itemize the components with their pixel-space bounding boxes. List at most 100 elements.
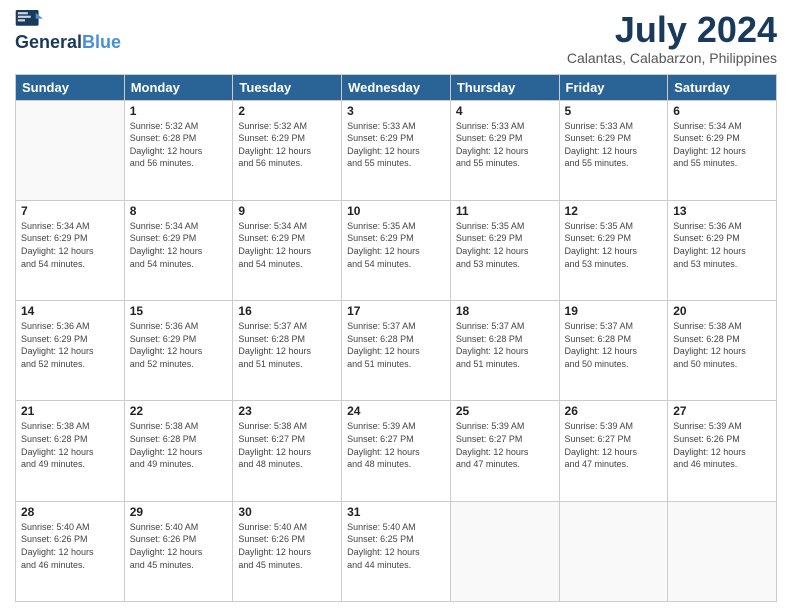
day-info: Sunrise: 5:38 AM Sunset: 6:28 PM Dayligh… [130, 420, 228, 470]
day-number: 6 [673, 104, 771, 118]
logo-icon [15, 10, 45, 30]
calendar-cell: 17 Sunrise: 5:37 AM Sunset: 6:28 PM Dayli… [342, 301, 451, 401]
day-info: Sunrise: 5:33 AM Sunset: 6:29 PM Dayligh… [347, 120, 445, 170]
day-info: Sunrise: 5:36 AM Sunset: 6:29 PM Dayligh… [130, 320, 228, 370]
day-number: 17 [347, 304, 445, 318]
col-wednesday: Wednesday [342, 74, 451, 100]
calendar-cell: 7 Sunrise: 5:34 AM Sunset: 6:29 PM Daylig… [16, 200, 125, 300]
week-row-0: 1Sunrise: 5:32 AM Sunset: 6:28 PM Daylig… [16, 100, 777, 200]
calendar-page: General Blue July 2024 Calantas, Calabar… [0, 0, 792, 612]
day-info: Sunrise: 5:34 AM Sunset: 6:29 PM Dayligh… [238, 220, 336, 270]
day-number: 25 [456, 404, 554, 418]
col-monday: Monday [124, 74, 233, 100]
day-number: 2 [238, 104, 336, 118]
logo: General Blue [15, 10, 121, 53]
title-block: July 2024 Calantas, Calabarzon, Philippi… [567, 10, 777, 66]
day-number: 29 [130, 505, 228, 519]
calendar-cell [450, 501, 559, 601]
day-info: Sunrise: 5:39 AM Sunset: 6:27 PM Dayligh… [347, 420, 445, 470]
calendar-body: 1Sunrise: 5:32 AM Sunset: 6:28 PM Daylig… [16, 100, 777, 601]
calendar-cell: 1Sunrise: 5:32 AM Sunset: 6:28 PM Daylig… [124, 100, 233, 200]
calendar-cell: 13 Sunrise: 5:36 AM Sunset: 6:29 PM Dayli… [668, 200, 777, 300]
logo-general: General [15, 32, 82, 53]
day-number: 27 [673, 404, 771, 418]
calendar-cell: 18Sunrise: 5:37 AM Sunset: 6:28 PM Dayli… [450, 301, 559, 401]
col-saturday: Saturday [668, 74, 777, 100]
col-thursday: Thursday [450, 74, 559, 100]
calendar-cell: 24 Sunrise: 5:39 AM Sunset: 6:27 PM Dayli… [342, 401, 451, 501]
day-info: Sunrise: 5:39 AM Sunset: 6:27 PM Dayligh… [565, 420, 663, 470]
day-number: 11 [456, 204, 554, 218]
day-number: 3 [347, 104, 445, 118]
day-number: 20 [673, 304, 771, 318]
day-number: 7 [21, 204, 119, 218]
day-number: 12 [565, 204, 663, 218]
day-info: Sunrise: 5:38 AM Sunset: 6:28 PM Dayligh… [21, 420, 119, 470]
calendar-cell: 25 Sunrise: 5:39 AM Sunset: 6:27 PM Dayli… [450, 401, 559, 501]
day-number: 24 [347, 404, 445, 418]
day-number: 28 [21, 505, 119, 519]
calendar-cell: 23Sunrise: 5:38 AM Sunset: 6:27 PM Dayli… [233, 401, 342, 501]
calendar-cell: 16 Sunrise: 5:37 AM Sunset: 6:28 PM Dayli… [233, 301, 342, 401]
subtitle: Calantas, Calabarzon, Philippines [567, 50, 777, 66]
day-info: Sunrise: 5:34 AM Sunset: 6:29 PM Dayligh… [21, 220, 119, 270]
calendar-cell [668, 501, 777, 601]
calendar-cell: 27 Sunrise: 5:39 AM Sunset: 6:26 PM Dayli… [668, 401, 777, 501]
day-number: 5 [565, 104, 663, 118]
header: General Blue July 2024 Calantas, Calabar… [15, 10, 777, 66]
day-number: 26 [565, 404, 663, 418]
calendar-cell: 22 Sunrise: 5:38 AM Sunset: 6:28 PM Dayli… [124, 401, 233, 501]
day-number: 9 [238, 204, 336, 218]
calendar-cell: 31Sunrise: 5:40 AM Sunset: 6:25 PM Dayli… [342, 501, 451, 601]
day-info: Sunrise: 5:36 AM Sunset: 6:29 PM Dayligh… [673, 220, 771, 270]
calendar-cell: 14Sunrise: 5:36 AM Sunset: 6:29 PM Dayli… [16, 301, 125, 401]
day-number: 30 [238, 505, 336, 519]
calendar-cell: 19Sunrise: 5:37 AM Sunset: 6:28 PM Dayli… [559, 301, 668, 401]
week-row-3: 21 Sunrise: 5:38 AM Sunset: 6:28 PM Dayli… [16, 401, 777, 501]
calendar-cell: 9 Sunrise: 5:34 AM Sunset: 6:29 PM Daylig… [233, 200, 342, 300]
header-row: Sunday Monday Tuesday Wednesday Thursday… [16, 74, 777, 100]
day-number: 15 [130, 304, 228, 318]
day-info: Sunrise: 5:35 AM Sunset: 6:29 PM Dayligh… [456, 220, 554, 270]
day-number: 8 [130, 204, 228, 218]
calendar-cell [16, 100, 125, 200]
day-number: 21 [21, 404, 119, 418]
day-info: Sunrise: 5:32 AM Sunset: 6:28 PM Dayligh… [130, 120, 228, 170]
day-info: Sunrise: 5:37 AM Sunset: 6:28 PM Dayligh… [347, 320, 445, 370]
day-info: Sunrise: 5:33 AM Sunset: 6:29 PM Dayligh… [456, 120, 554, 170]
calendar-cell: 4Sunrise: 5:33 AM Sunset: 6:29 PM Daylig… [450, 100, 559, 200]
col-tuesday: Tuesday [233, 74, 342, 100]
main-title: July 2024 [567, 10, 777, 50]
week-row-2: 14Sunrise: 5:36 AM Sunset: 6:29 PM Dayli… [16, 301, 777, 401]
day-info: Sunrise: 5:34 AM Sunset: 6:29 PM Dayligh… [130, 220, 228, 270]
calendar-cell: 21 Sunrise: 5:38 AM Sunset: 6:28 PM Dayli… [16, 401, 125, 501]
day-number: 16 [238, 304, 336, 318]
logo-blue: Blue [82, 32, 121, 53]
col-sunday: Sunday [16, 74, 125, 100]
day-info: Sunrise: 5:37 AM Sunset: 6:28 PM Dayligh… [456, 320, 554, 370]
calendar-cell: 29 Sunrise: 5:40 AM Sunset: 6:26 PM Dayli… [124, 501, 233, 601]
day-number: 23 [238, 404, 336, 418]
calendar-cell [559, 501, 668, 601]
day-info: Sunrise: 5:37 AM Sunset: 6:28 PM Dayligh… [565, 320, 663, 370]
day-number: 22 [130, 404, 228, 418]
day-info: Sunrise: 5:35 AM Sunset: 6:29 PM Dayligh… [565, 220, 663, 270]
day-info: Sunrise: 5:35 AM Sunset: 6:29 PM Dayligh… [347, 220, 445, 270]
day-info: Sunrise: 5:37 AM Sunset: 6:28 PM Dayligh… [238, 320, 336, 370]
day-number: 10 [347, 204, 445, 218]
day-info: Sunrise: 5:40 AM Sunset: 6:26 PM Dayligh… [238, 521, 336, 571]
day-info: Sunrise: 5:40 AM Sunset: 6:25 PM Dayligh… [347, 521, 445, 571]
week-row-1: 7 Sunrise: 5:34 AM Sunset: 6:29 PM Daylig… [16, 200, 777, 300]
day-info: Sunrise: 5:38 AM Sunset: 6:28 PM Dayligh… [673, 320, 771, 370]
calendar-cell: 11 Sunrise: 5:35 AM Sunset: 6:29 PM Dayli… [450, 200, 559, 300]
calendar-cell: 30 Sunrise: 5:40 AM Sunset: 6:26 PM Dayli… [233, 501, 342, 601]
day-info: Sunrise: 5:40 AM Sunset: 6:26 PM Dayligh… [130, 521, 228, 571]
day-info: Sunrise: 5:33 AM Sunset: 6:29 PM Dayligh… [565, 120, 663, 170]
day-info: Sunrise: 5:39 AM Sunset: 6:27 PM Dayligh… [456, 420, 554, 470]
calendar-cell: 26 Sunrise: 5:39 AM Sunset: 6:27 PM Dayli… [559, 401, 668, 501]
day-number: 13 [673, 204, 771, 218]
calendar-cell: 10 Sunrise: 5:35 AM Sunset: 6:29 PM Dayli… [342, 200, 451, 300]
calendar-cell: 6Sunrise: 5:34 AM Sunset: 6:29 PM Daylig… [668, 100, 777, 200]
calendar-cell: 5 Sunrise: 5:33 AM Sunset: 6:29 PM Daylig… [559, 100, 668, 200]
day-info: Sunrise: 5:39 AM Sunset: 6:26 PM Dayligh… [673, 420, 771, 470]
